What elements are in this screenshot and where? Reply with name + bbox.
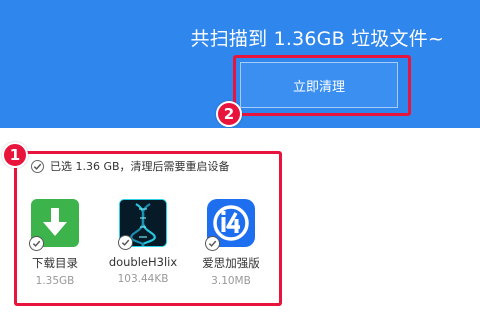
app-size: 1.35GB xyxy=(35,275,75,287)
check-icon xyxy=(32,240,41,247)
download-arrow-icon xyxy=(29,199,79,251)
selection-summary-text: 已选 1.36 GB，清理后需要重启设备 xyxy=(50,160,230,173)
step-badge-1: 1 xyxy=(2,142,28,168)
check-icon xyxy=(33,163,42,170)
step-badge-2: 2 xyxy=(216,101,242,127)
item-checkbox[interactable] xyxy=(205,236,220,251)
list-item-download-folder[interactable]: 下载目录 1.35GB xyxy=(15,199,95,287)
check-icon xyxy=(121,239,130,246)
app-name: 爱思加强版 xyxy=(202,256,260,270)
item-checkbox[interactable] xyxy=(118,235,133,250)
app-size: 103.44KB xyxy=(117,273,169,285)
app-name: 下载目录 xyxy=(32,256,78,270)
list-item-doubleh3lix[interactable]: doubleH3lix 103.44KB xyxy=(103,199,183,285)
list-item-i4-plus[interactable]: 爱思加强版 3.10MB xyxy=(191,199,271,287)
selection-summary: 已选 1.36 GB，清理后需要重启设备 xyxy=(31,158,230,174)
dna-helix-icon xyxy=(118,199,167,250)
highlight-clean-button xyxy=(233,55,411,116)
i4-logo-icon xyxy=(205,199,255,251)
check-icon xyxy=(208,240,217,247)
scan-summary-text: 共扫描到 1.36GB 垃圾文件~ xyxy=(190,28,444,50)
item-checkbox[interactable] xyxy=(29,236,44,251)
app-name: doubleH3lix xyxy=(108,255,178,269)
app-size: 3.10MB xyxy=(211,275,251,287)
select-all-checkbox[interactable] xyxy=(31,159,44,173)
